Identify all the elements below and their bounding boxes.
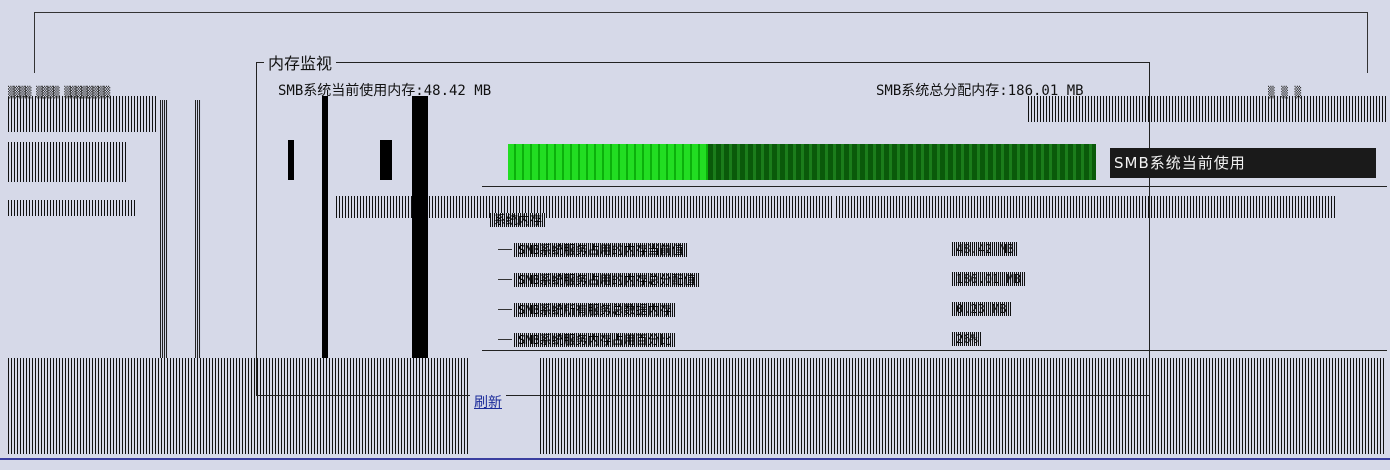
tree-item[interactable]: SMB系统服务占用的内存当前值 48.42 MB [490,234,1390,264]
divider-top [482,186,1387,187]
tree-connector [498,309,512,310]
left-glitch-text: ▒▒▒▒ ▒▒▒▒ ▒▒▒▒▒▒▒▒ [8,86,110,99]
tree-item[interactable]: SMB系统服务占用的内存总分配值 186.01 MB [490,264,1390,294]
glitch-column-2 [195,100,201,400]
progress-fill [508,144,708,180]
tree-connector [498,339,512,340]
memory-tree: 系统内存 SMB系统服务占用的内存当前值 48.42 MB SMB系统服务占用的… [490,204,1390,354]
tree-root[interactable]: 系统内存 [490,204,1390,234]
total-memory-label: SMB系统总分配内存: [876,83,1008,99]
glitch-column-1 [160,100,168,400]
current-memory-line: SMB系统当前使用内存:48.42 MB [278,80,491,100]
tree-item-value: 26% [952,332,982,346]
progress-caption: SMB系统当前使用 [1110,148,1376,178]
refresh-link[interactable]: 刷新 [470,392,506,412]
current-memory-label: SMB系统当前使用内存: [278,83,424,99]
glitch-band-left-top [8,96,158,132]
tree-item-label: SMB系统服务内存占用百分比 [514,332,676,347]
tree-item-value: 48.42 MB [952,242,1018,256]
glitch-band-left-low [8,200,136,216]
glitch-band-left-mid [8,142,126,182]
divider-bottom [482,350,1387,351]
current-memory-value: 48.42 MB [423,83,492,99]
tree-item-label: SMB系统服务占用的内存当前值 [514,242,688,257]
total-memory-line: SMB系统总分配内存:186.01 MB [876,80,1084,100]
total-memory-value: 186.01 MB [1007,83,1084,99]
tree-item-label: SMB系统服务占用的内存总分配值 [514,272,700,287]
tree-root-label: 系统内存 [490,212,547,227]
tree-connector [498,249,512,250]
right-glitch-text: ▒ ▒ ▒ [1268,86,1302,99]
tree-item-label: SMB系统所有服务总数据内存 [514,302,676,317]
tree-item-value: 0.23 MB [952,302,1011,316]
tree-item[interactable]: SMB系统所有服务总数据内存 0.23 MB [490,294,1390,324]
memory-usage-progress [508,144,1096,180]
bottom-border [0,458,1390,460]
tree-item-value: 186.01 MB [952,272,1026,286]
groupbox-title: 内存监视 [264,50,337,74]
tree-connector [498,279,512,280]
